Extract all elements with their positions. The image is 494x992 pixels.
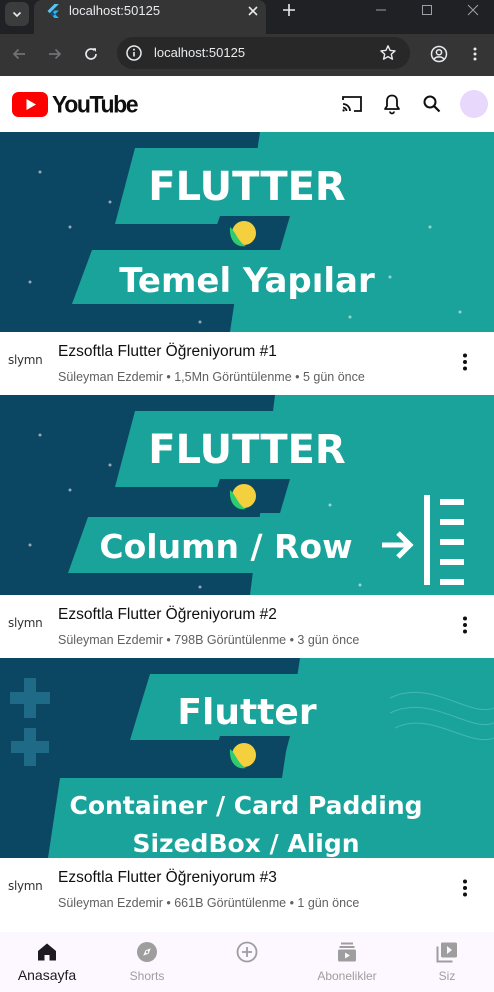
plus-icon xyxy=(283,4,295,16)
bottom-navigation: Anasayfa Shorts Abonelikler Siz xyxy=(0,932,494,992)
browser-menu-button[interactable] xyxy=(461,40,489,68)
channel-avatar[interactable]: slymn xyxy=(8,613,48,633)
compass-icon xyxy=(135,940,159,964)
url-text[interactable]: localhost:50125 xyxy=(154,45,245,61)
close-icon xyxy=(467,4,479,16)
tab-close-button[interactable] xyxy=(244,2,262,20)
youtube-logo[interactable]: YouTube xyxy=(12,89,139,118)
tab-search-button[interactable] xyxy=(5,2,29,26)
back-button[interactable] xyxy=(5,40,33,68)
cast-button[interactable] xyxy=(340,92,364,116)
video-subtitle: Süleyman Ezdemir • 1,5Mn Görüntülenme • … xyxy=(58,370,365,384)
video-library-icon xyxy=(435,940,459,964)
channel-avatar[interactable]: slymn xyxy=(8,876,48,896)
video-meta: slymn Ezsoftla Flutter Öğreniyorum #1 Sü… xyxy=(0,332,494,395)
arrow-left-icon xyxy=(12,48,25,60)
add-circle-icon xyxy=(235,940,259,964)
youtube-play-logo-icon xyxy=(12,91,48,117)
profile-button[interactable] xyxy=(425,40,453,68)
nav-item-subscriptions[interactable]: Abonelikler xyxy=(298,932,396,992)
video-thumbnail[interactable]: Flutter Container / Card Padding SizedBo… xyxy=(0,658,494,858)
video-subtitle: Süleyman Ezdemir • 661B Görüntülenme • 1… xyxy=(58,896,360,910)
address-bar[interactable]: localhost:50125 xyxy=(117,37,410,69)
more-vertical-icon xyxy=(473,47,477,61)
video-meta: slymn Ezsoftla Flutter Öğreniyorum #3 Sü… xyxy=(0,858,494,921)
video-title[interactable]: Ezsoftla Flutter Öğreniyorum #3 xyxy=(58,868,277,888)
video-more-button[interactable] xyxy=(453,350,477,374)
logo-wordmark: YouTube xyxy=(52,89,139,118)
arrow-right-icon xyxy=(49,48,62,60)
chevron-down-icon xyxy=(12,11,22,18)
video-title[interactable]: Ezsoftla Flutter Öğreniyorum #2 xyxy=(58,605,277,625)
flutter-favicon-icon xyxy=(47,4,59,18)
tab-title: localhost:50125 xyxy=(69,3,161,18)
profile-icon xyxy=(430,45,448,63)
nav-item-create[interactable] xyxy=(198,932,296,992)
more-vertical-icon xyxy=(463,879,467,897)
nav-label: Shorts xyxy=(129,969,165,983)
bell-icon xyxy=(384,94,400,115)
thumbnail-title-line2: Container / Card Padding xyxy=(69,791,422,820)
video-thumbnail[interactable]: FLUTTER Temel Yapılar xyxy=(0,132,494,332)
nav-item-you[interactable]: Siz xyxy=(398,932,494,992)
video-card[interactable]: Flutter Container / Card Padding SizedBo… xyxy=(0,658,494,921)
nav-label: Siz xyxy=(438,969,456,983)
nav-item-home[interactable]: Anasayfa xyxy=(0,932,96,992)
video-card[interactable]: FLUTTER Column / Row slymn Ezsoftla Flut… xyxy=(0,395,494,658)
bookmark-star-icon[interactable] xyxy=(379,44,397,62)
video-meta: slymn Ezsoftla Flutter Öğreniyorum #2 Sü… xyxy=(0,595,494,658)
notifications-button[interactable] xyxy=(380,92,404,116)
home-icon xyxy=(35,940,59,964)
cast-icon xyxy=(342,96,362,112)
thumbnail-title-line2: Column / Row xyxy=(99,527,352,566)
account-avatar[interactable] xyxy=(460,90,488,118)
video-card[interactable]: FLUTTER Temel Yapılar slymn Ezsoftla Flu… xyxy=(0,132,494,395)
minimize-icon xyxy=(376,9,386,11)
maximize-icon xyxy=(422,5,432,15)
thumbnail-art: FLUTTER Column / Row xyxy=(0,395,494,595)
thumbnail-title-line1: Flutter xyxy=(177,692,316,733)
maximize-button[interactable] xyxy=(404,0,450,20)
thumbnail-title-line1: FLUTTER xyxy=(148,427,345,473)
video-title[interactable]: Ezsoftla Flutter Öğreniyorum #1 xyxy=(58,342,277,362)
reload-icon xyxy=(85,48,97,60)
reload-button[interactable] xyxy=(77,40,105,68)
video-thumbnail[interactable]: FLUTTER Column / Row xyxy=(0,395,494,595)
app-header: YouTube xyxy=(0,76,494,132)
video-more-button[interactable] xyxy=(453,613,477,637)
nav-label: Anasayfa xyxy=(17,967,77,983)
video-more-button[interactable] xyxy=(453,876,477,900)
search-button[interactable] xyxy=(420,92,444,116)
channel-avatar[interactable]: slymn xyxy=(8,350,48,370)
close-icon xyxy=(248,6,258,16)
nav-item-shorts[interactable]: Shorts xyxy=(98,932,196,992)
thumbnail-title-line3: SizedBox / Align xyxy=(132,829,359,858)
browser-tabstrip: localhost:50125 xyxy=(0,0,494,34)
video-subtitle: Süleyman Ezdemir • 798B Görüntülenme • 3… xyxy=(58,633,360,647)
more-vertical-icon xyxy=(463,353,467,371)
thumbnail-title-line2: Temel Yapılar xyxy=(119,261,375,301)
more-vertical-icon xyxy=(463,616,467,634)
site-info-icon[interactable] xyxy=(125,44,143,62)
thumbnail-title-line1: FLUTTER xyxy=(148,164,345,210)
close-window-button[interactable] xyxy=(450,0,494,20)
new-tab-button[interactable] xyxy=(279,0,299,20)
search-icon xyxy=(423,95,441,113)
thumbnail-art: FLUTTER Temel Yapılar xyxy=(0,132,494,332)
browser-tab[interactable]: localhost:50125 xyxy=(34,0,266,34)
thumbnail-art: Flutter Container / Card Padding SizedBo… xyxy=(0,658,494,858)
browser-toolbar: localhost:50125 xyxy=(0,34,494,76)
forward-button[interactable] xyxy=(41,40,69,68)
nav-label: Abonelikler xyxy=(317,969,377,983)
minimize-button[interactable] xyxy=(358,0,404,20)
subscriptions-icon xyxy=(335,940,359,964)
